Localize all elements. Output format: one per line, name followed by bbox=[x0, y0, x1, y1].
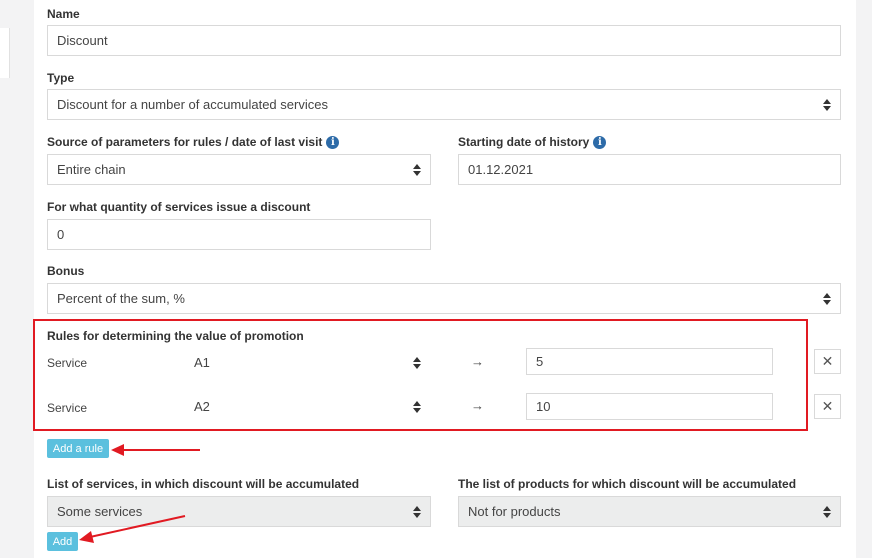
start-date-label-text: Starting date of history bbox=[458, 135, 590, 149]
select-caret-icon bbox=[823, 98, 831, 111]
bonus-label: Bonus bbox=[47, 264, 85, 278]
add-service-button[interactable]: Add bbox=[47, 532, 78, 551]
services-list-value: Some services bbox=[57, 504, 143, 519]
services-list-label: List of services, in which discount will… bbox=[47, 477, 360, 491]
products-list-value: Not for products bbox=[468, 504, 561, 519]
remove-rule-button[interactable]: ✕ bbox=[814, 394, 841, 419]
bonus-select[interactable]: Percent of the sum, % bbox=[47, 283, 841, 314]
source-value: Entire chain bbox=[57, 162, 126, 177]
name-input[interactable]: Discount bbox=[47, 25, 841, 56]
left-sidebar-edge bbox=[0, 28, 10, 78]
start-date-input[interactable]: 01.12.2021 bbox=[458, 154, 841, 185]
info-icon[interactable]: i bbox=[593, 135, 607, 149]
add-rule-button[interactable]: Add a rule bbox=[47, 439, 109, 458]
start-date-value: 01.12.2021 bbox=[468, 162, 534, 177]
quantity-label: For what quantity of services issue a di… bbox=[47, 200, 311, 214]
quantity-input[interactable]: 0 bbox=[47, 219, 431, 250]
source-label-text: Source of parameters for rules / date of… bbox=[47, 135, 323, 149]
name-label: Name bbox=[47, 7, 80, 21]
bonus-value: Percent of the sum, % bbox=[57, 291, 185, 306]
select-caret-icon bbox=[413, 163, 421, 176]
promotion-form-panel bbox=[34, 0, 856, 558]
products-list-select[interactable]: Not for products bbox=[458, 496, 841, 527]
source-label: Source of parameters for rules / date of… bbox=[47, 135, 340, 149]
select-caret-icon bbox=[413, 505, 421, 518]
quantity-value: 0 bbox=[57, 227, 65, 242]
annotation-highlight-box bbox=[33, 319, 808, 431]
products-list-label: The list of products for which discount … bbox=[458, 477, 797, 491]
type-value: Discount for a number of accumulated ser… bbox=[57, 97, 328, 112]
info-icon[interactable]: i bbox=[326, 135, 340, 149]
name-value: Discount bbox=[57, 33, 108, 48]
source-select[interactable]: Entire chain bbox=[47, 154, 431, 185]
select-caret-icon bbox=[823, 292, 831, 305]
start-date-label: Starting date of history i bbox=[458, 135, 607, 149]
remove-rule-button[interactable]: ✕ bbox=[814, 349, 841, 374]
type-label: Type bbox=[47, 71, 75, 85]
select-caret-icon bbox=[823, 505, 831, 518]
services-list-select[interactable]: Some services bbox=[47, 496, 431, 527]
type-select[interactable]: Discount for a number of accumulated ser… bbox=[47, 89, 841, 120]
